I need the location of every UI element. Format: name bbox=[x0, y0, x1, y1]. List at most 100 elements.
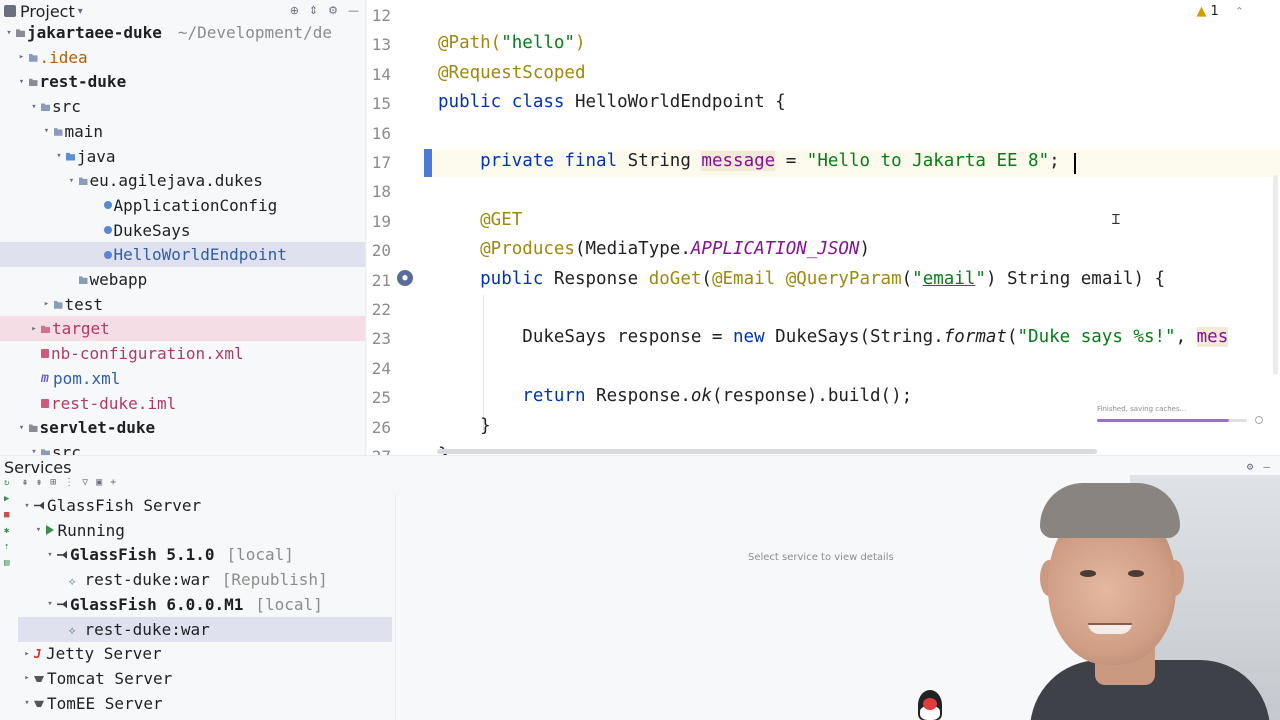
chevron-down-icon[interactable]: ▾ bbox=[67, 176, 77, 186]
project-panel: Project ▾ ⊕ ⇕ ⚙ — ▾ jakartaee-duke ~/Devel… bbox=[0, 0, 366, 455]
code-line[interactable]: @Produces(MediaType.APPLICATION_JSON) bbox=[438, 239, 870, 259]
project-tree-item[interactable]: webapp bbox=[0, 267, 365, 292]
service-tree-item[interactable]: ▾ GlassFish 5.1.0 [local] bbox=[18, 542, 392, 567]
horizontal-scrollbar[interactable] bbox=[437, 449, 1097, 454]
project-tree-label: main bbox=[64, 121, 104, 141]
service-tree-item[interactable]: ▸ J Jetty Server bbox=[18, 641, 392, 666]
project-tree-item[interactable]: ApplicationConfig bbox=[0, 193, 365, 218]
code-line[interactable]: public Response doGet(@Email @QueryParam… bbox=[438, 269, 1165, 289]
chevron-right-icon[interactable]: ▸ bbox=[42, 299, 52, 309]
line-number: 22 bbox=[371, 300, 391, 319]
vertical-scrollbar[interactable] bbox=[1273, 175, 1278, 375]
service-tree-item[interactable]: ⟡ rest-duke:war bbox=[18, 616, 392, 642]
stop-icon[interactable]: ■ bbox=[4, 510, 16, 520]
code-line[interactable]: @GET bbox=[438, 210, 522, 230]
service-tree-item[interactable]: ▸ Tomcat Server bbox=[18, 666, 392, 691]
endpoint-gutter-icon[interactable]: ● bbox=[397, 270, 413, 286]
chevron-right-icon[interactable]: ▸ bbox=[22, 673, 32, 683]
chevron-up-icon[interactable]: ⌃ bbox=[1235, 5, 1244, 18]
project-tree-item[interactable]: m pom.xml bbox=[0, 366, 365, 391]
service-tree-item[interactable]: ⟡ rest-duke:war [Republish] bbox=[18, 567, 392, 592]
chevron-right-icon[interactable]: ▸ bbox=[22, 649, 32, 659]
project-tree-item[interactable]: nb-configuration.xml bbox=[0, 341, 365, 366]
collapse-icon[interactable]: ⇕ bbox=[309, 4, 318, 17]
project-tree-item[interactable]: ▾ eu.agilejava.dukes bbox=[0, 168, 365, 193]
folder-icon bbox=[53, 128, 63, 136]
debug-icon[interactable]: ✱ bbox=[4, 526, 16, 536]
code-editor[interactable]: ● 12 13 @Path("hello") 14 @RequestScoped 15 pu… bbox=[367, 0, 1280, 455]
run-icon[interactable]: ▶ bbox=[4, 494, 16, 504]
line-number: 14 bbox=[371, 64, 391, 84]
chevron-down-icon[interactable]: ▾ bbox=[45, 599, 55, 609]
code-line[interactable]: return Response.ok(response).build(); bbox=[438, 386, 912, 406]
chevron-down-icon[interactable]: ▾ bbox=[4, 28, 14, 38]
minimize-icon[interactable]: — bbox=[1263, 460, 1270, 473]
filter-icon[interactable]: ▽ bbox=[82, 477, 88, 488]
chevron-down-icon[interactable]: ▾ bbox=[17, 77, 27, 87]
presenter-eye bbox=[1128, 570, 1144, 577]
source-folder-icon bbox=[66, 152, 75, 161]
chevron-down-icon[interactable]: ▾ bbox=[22, 698, 32, 708]
code-line[interactable]: @RequestScoped bbox=[438, 63, 586, 83]
chevron-right-icon[interactable]: ▸ bbox=[29, 324, 39, 334]
project-tree-item[interactable]: ▾ servlet-duke bbox=[0, 415, 365, 440]
service-tree-item[interactable]: ▾ GlassFish 6.0.0.M1 [local] bbox=[18, 592, 392, 617]
chevron-down-icon[interactable]: ▾ bbox=[22, 501, 32, 511]
add-icon[interactable]: + bbox=[110, 477, 116, 488]
cancel-progress-button[interactable] bbox=[1255, 416, 1263, 424]
gear-icon[interactable]: ⚙ bbox=[1247, 460, 1254, 473]
chevron-down-icon[interactable]: ▾ bbox=[29, 102, 39, 112]
project-tree-item[interactable]: ▸ .idea bbox=[0, 45, 365, 70]
service-tree-item[interactable]: ▾ GlassFish Server bbox=[18, 493, 392, 518]
chevron-right-icon[interactable]: ▸ bbox=[17, 52, 27, 62]
collapse-all-icon[interactable]: ⇟ bbox=[36, 477, 42, 488]
deploy-icon[interactable]: ⇡ bbox=[4, 542, 16, 552]
chevron-down-icon[interactable]: ▾ bbox=[78, 6, 83, 17]
project-tree-item[interactable]: ▾ jakartaee-duke ~/Development/de bbox=[0, 20, 365, 45]
service-tree-item[interactable]: ▾ Running bbox=[18, 518, 392, 543]
line-number: 21 bbox=[371, 270, 391, 290]
project-tree-item[interactable]: DukeSays bbox=[0, 218, 365, 243]
chevron-down-icon[interactable]: ▾ bbox=[42, 126, 52, 136]
project-title[interactable]: Project bbox=[20, 2, 75, 21]
code-line[interactable]: DukeSays response = new DukeSays(String.… bbox=[438, 327, 1229, 348]
project-tree-item[interactable]: ▾ main bbox=[0, 119, 365, 144]
project-tree-item[interactable]: ▸ test bbox=[0, 292, 365, 317]
chevron-down-icon[interactable]: ▾ bbox=[29, 447, 39, 455]
project-tree-item[interactable]: ▾ rest-duke bbox=[0, 69, 365, 94]
code-line[interactable]: private final String message = "Hello to… bbox=[438, 151, 1060, 171]
project-tree-item[interactable]: ▾ src bbox=[0, 440, 365, 455]
line-number: 24 bbox=[371, 358, 391, 378]
project-tree-item[interactable]: HelloWorldEndpoint bbox=[0, 242, 365, 268]
gear-icon[interactable]: ⚙ bbox=[328, 4, 338, 17]
console-icon[interactable]: ▤ bbox=[4, 558, 16, 568]
tomcat-icon bbox=[34, 675, 44, 683]
inspection-widget[interactable]: ▲ 1 ⌃ bbox=[1197, 4, 1245, 19]
project-tree-label: src bbox=[52, 442, 81, 455]
project-tree-item[interactable]: ▾ src bbox=[0, 94, 365, 119]
chevron-down-icon[interactable]: ▾ bbox=[54, 151, 64, 161]
services-title[interactable]: Services bbox=[4, 458, 71, 477]
code-line[interactable]: @Path("hello") bbox=[438, 33, 586, 53]
tree-icon[interactable]: ⋮ bbox=[64, 477, 74, 488]
project-tree-item[interactable]: ▾ java bbox=[0, 144, 365, 169]
code-line[interactable]: } bbox=[438, 416, 491, 436]
change-marker[interactable] bbox=[424, 149, 432, 177]
chevron-down-icon[interactable]: ▾ bbox=[34, 525, 44, 535]
project-tree-item[interactable]: rest-duke.iml bbox=[0, 391, 365, 416]
maven-icon: m bbox=[41, 370, 49, 386]
rerun-icon[interactable]: ↻ bbox=[4, 478, 16, 488]
project-header[interactable]: Project ▾ ⊕ ⇕ ⚙ — bbox=[0, 0, 365, 22]
layout-icon[interactable]: ▣ bbox=[96, 477, 102, 488]
group-icon[interactable]: ⊞ bbox=[50, 477, 56, 488]
project-tree-item[interactable]: ▸ target bbox=[0, 316, 365, 342]
expand-all-icon[interactable]: ⇞ bbox=[22, 477, 28, 488]
line-number: 12 bbox=[371, 6, 391, 25]
chevron-down-icon[interactable]: ▾ bbox=[17, 423, 27, 433]
minimize-icon[interactable]: — bbox=[348, 4, 359, 17]
chevron-down-icon[interactable]: ▾ bbox=[45, 550, 55, 560]
service-tree-item[interactable]: ▾ TomEE Server bbox=[18, 691, 392, 716]
line-number: 20 bbox=[371, 241, 391, 261]
locate-icon[interactable]: ⊕ bbox=[290, 4, 299, 17]
code-line[interactable]: public class HelloWorldEndpoint { bbox=[438, 92, 786, 112]
